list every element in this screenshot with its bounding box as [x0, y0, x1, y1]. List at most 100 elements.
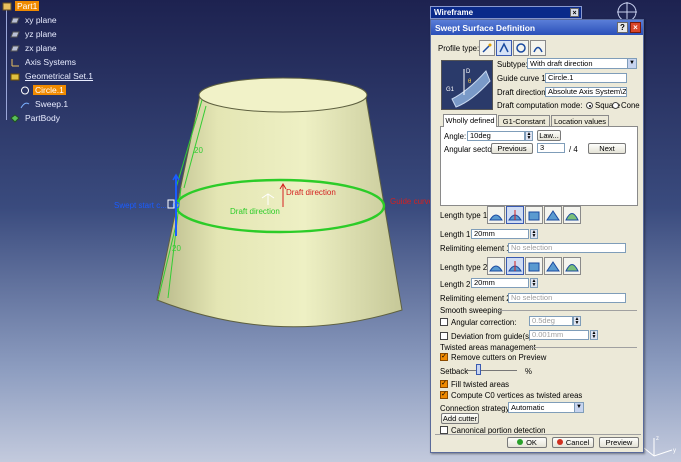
length2-field[interactable]: 20mm [471, 278, 529, 288]
chevron-down-icon: ▼ [574, 403, 583, 412]
relimit1-label: Relimiting element 1: [440, 244, 513, 253]
draft-mode-label: Draft computation mode: [497, 101, 583, 110]
angular-correction-spinner[interactable]: ▲ ▼ [573, 316, 581, 326]
svg-text:z: z [656, 436, 659, 442]
dialog-title: Swept Surface Definition [435, 22, 536, 33]
canonical-checkbox[interactable] [440, 426, 448, 434]
length-type2-along-surface-button[interactable] [563, 257, 581, 275]
deviation-checkbox[interactable] [440, 332, 448, 340]
law-button[interactable]: Law... [537, 130, 561, 141]
tree-item-circle[interactable]: Circle.1 [20, 84, 66, 96]
dimension-bottom: 20 [172, 244, 181, 253]
compass-axis-icon[interactable]: z y x [640, 430, 680, 460]
draft-mode-cone-radio[interactable] [612, 102, 619, 109]
subtype-label: Subtype: [497, 60, 528, 69]
tree-item-yz-plane[interactable]: yz plane [10, 28, 59, 40]
dialog-title-bar[interactable]: Swept Surface Definition ? × [431, 20, 643, 35]
tree-item-label: Sweep.1 [35, 99, 69, 109]
close-icon[interactable]: × [570, 8, 579, 17]
profile-explicit-button[interactable] [479, 40, 495, 56]
tab-label: Location values [553, 117, 607, 126]
draft-mode-cone-label: Cone [621, 101, 640, 110]
tab-wholly-defined[interactable]: Wholly defined [443, 114, 497, 127]
cancel-button[interactable]: Cancel [552, 437, 594, 448]
tree-item-zx-plane[interactable]: zx plane [10, 42, 59, 54]
length1-spinner[interactable]: ▲ ▼ [530, 229, 538, 239]
help-icon[interactable]: ? [617, 22, 628, 33]
angular-correction-checkbox[interactable] [440, 318, 448, 326]
length-type1-from-curve-button[interactable] [506, 206, 524, 224]
profile-line-button[interactable] [496, 40, 512, 56]
fill-twisted-label: Fill twisted areas [451, 380, 510, 389]
length-type2-from-curve-button[interactable] [506, 257, 524, 275]
tree-item-sweep[interactable]: Sweep.1 [20, 98, 70, 110]
length-standard-icon [489, 265, 503, 272]
length-type1-along-surface-button[interactable] [563, 206, 581, 224]
angle-value: 10deg [470, 131, 491, 140]
length-type1-from-to-button[interactable] [525, 206, 543, 224]
length-type2-extremum-button[interactable] [544, 257, 562, 275]
length2-spinner[interactable]: ▲ ▼ [530, 278, 538, 288]
profile-circle-button[interactable] [513, 40, 529, 56]
fill-twisted-checkbox[interactable]: ✓ [440, 380, 448, 388]
length-standard-icon [489, 214, 503, 221]
sector-value: 3 [540, 143, 545, 152]
deviation-field[interactable]: 0.001mm [529, 330, 589, 340]
deviation-spinner[interactable]: ▲ ▼ [590, 330, 598, 340]
add-cutter-button[interactable]: Add cutter [441, 413, 479, 424]
tree-item-geometrical-set[interactable]: Geometrical Set.1 [10, 70, 95, 82]
cancel-button-label: Cancel [565, 438, 590, 447]
length-type1-extremum-button[interactable] [544, 206, 562, 224]
connection-strategy-combo[interactable]: Automatic ▼ [508, 402, 584, 413]
subtype-combo[interactable]: With draft direction ▼ [527, 58, 637, 69]
preview-button[interactable]: Preview [599, 437, 639, 448]
subtype-preview-image: D G1 θ [441, 60, 493, 110]
relimit1-value: No selection [511, 243, 553, 252]
relimit1-field[interactable]: No selection [508, 243, 626, 253]
tree-item-partbody[interactable]: PartBody [10, 112, 62, 124]
length-type1-standard-button[interactable] [487, 206, 505, 224]
angle-spinner[interactable]: ▲ ▼ [525, 131, 533, 141]
chevron-down-icon: ▼ [627, 59, 636, 68]
tree-item-axis-systems[interactable]: Axis Systems [10, 56, 78, 68]
relimit2-field[interactable]: No selection [508, 293, 626, 303]
specification-tree: Part1 xy plane yz plane zx plane Axis Sy… [0, 0, 130, 130]
wireframe-toolbar[interactable]: Wireframe × [430, 6, 582, 19]
ok-button[interactable]: OK [507, 437, 547, 448]
length1-field[interactable]: 20mm [471, 229, 529, 239]
angular-correction-field[interactable]: 0.5deg [529, 316, 573, 326]
remove-cutters-checkbox[interactable]: ✓ [440, 353, 448, 361]
angular-sector-label: Angular sector: [444, 145, 497, 154]
guide-curve-label: Guide curve 1: [497, 74, 548, 83]
cone-surface[interactable] [156, 77, 403, 328]
tree-item-part1[interactable]: Part1 [2, 0, 40, 12]
draft-direction-field[interactable]: Absolute Axis System\Z [545, 87, 627, 97]
next-button[interactable]: Next [588, 143, 626, 154]
length-type1-label: Length type 1: [440, 211, 490, 220]
setback-slider-track[interactable] [467, 370, 517, 371]
profile-conic-button[interactable] [530, 40, 546, 56]
ok-icon [517, 439, 524, 445]
sector-field[interactable]: 3 [537, 143, 565, 153]
ok-button-label: OK [526, 438, 537, 447]
length1-label: Length 1: [440, 230, 473, 239]
next-button-label: Next [599, 144, 615, 153]
draft-mode-square-radio[interactable] [586, 102, 593, 109]
preview-label-angle: θ [468, 79, 472, 85]
guide-curve-viewport-label: Guide curve [390, 197, 434, 206]
connection-strategy-label: Connection strategy: [440, 404, 512, 413]
angle-field[interactable]: 10deg [467, 131, 525, 141]
length-from-curve-icon [508, 261, 522, 272]
close-icon[interactable]: × [630, 22, 641, 33]
length-type2-standard-button[interactable] [487, 257, 505, 275]
setback-slider-thumb[interactable] [476, 364, 481, 375]
length-type2-from-to-button[interactable] [525, 257, 543, 275]
previous-button[interactable]: Previous [491, 143, 533, 154]
tree-item-xy-plane[interactable]: xy plane [10, 14, 59, 26]
guide-curve-field[interactable]: Circle.1 [545, 73, 627, 83]
tree-item-label: Circle.1 [33, 85, 66, 95]
partbody-icon [10, 113, 20, 123]
circle-profile-icon [516, 43, 526, 53]
draft-direction-value: Absolute Axis System\Z [548, 87, 627, 96]
compute-c0-checkbox[interactable]: ✓ [440, 391, 448, 399]
